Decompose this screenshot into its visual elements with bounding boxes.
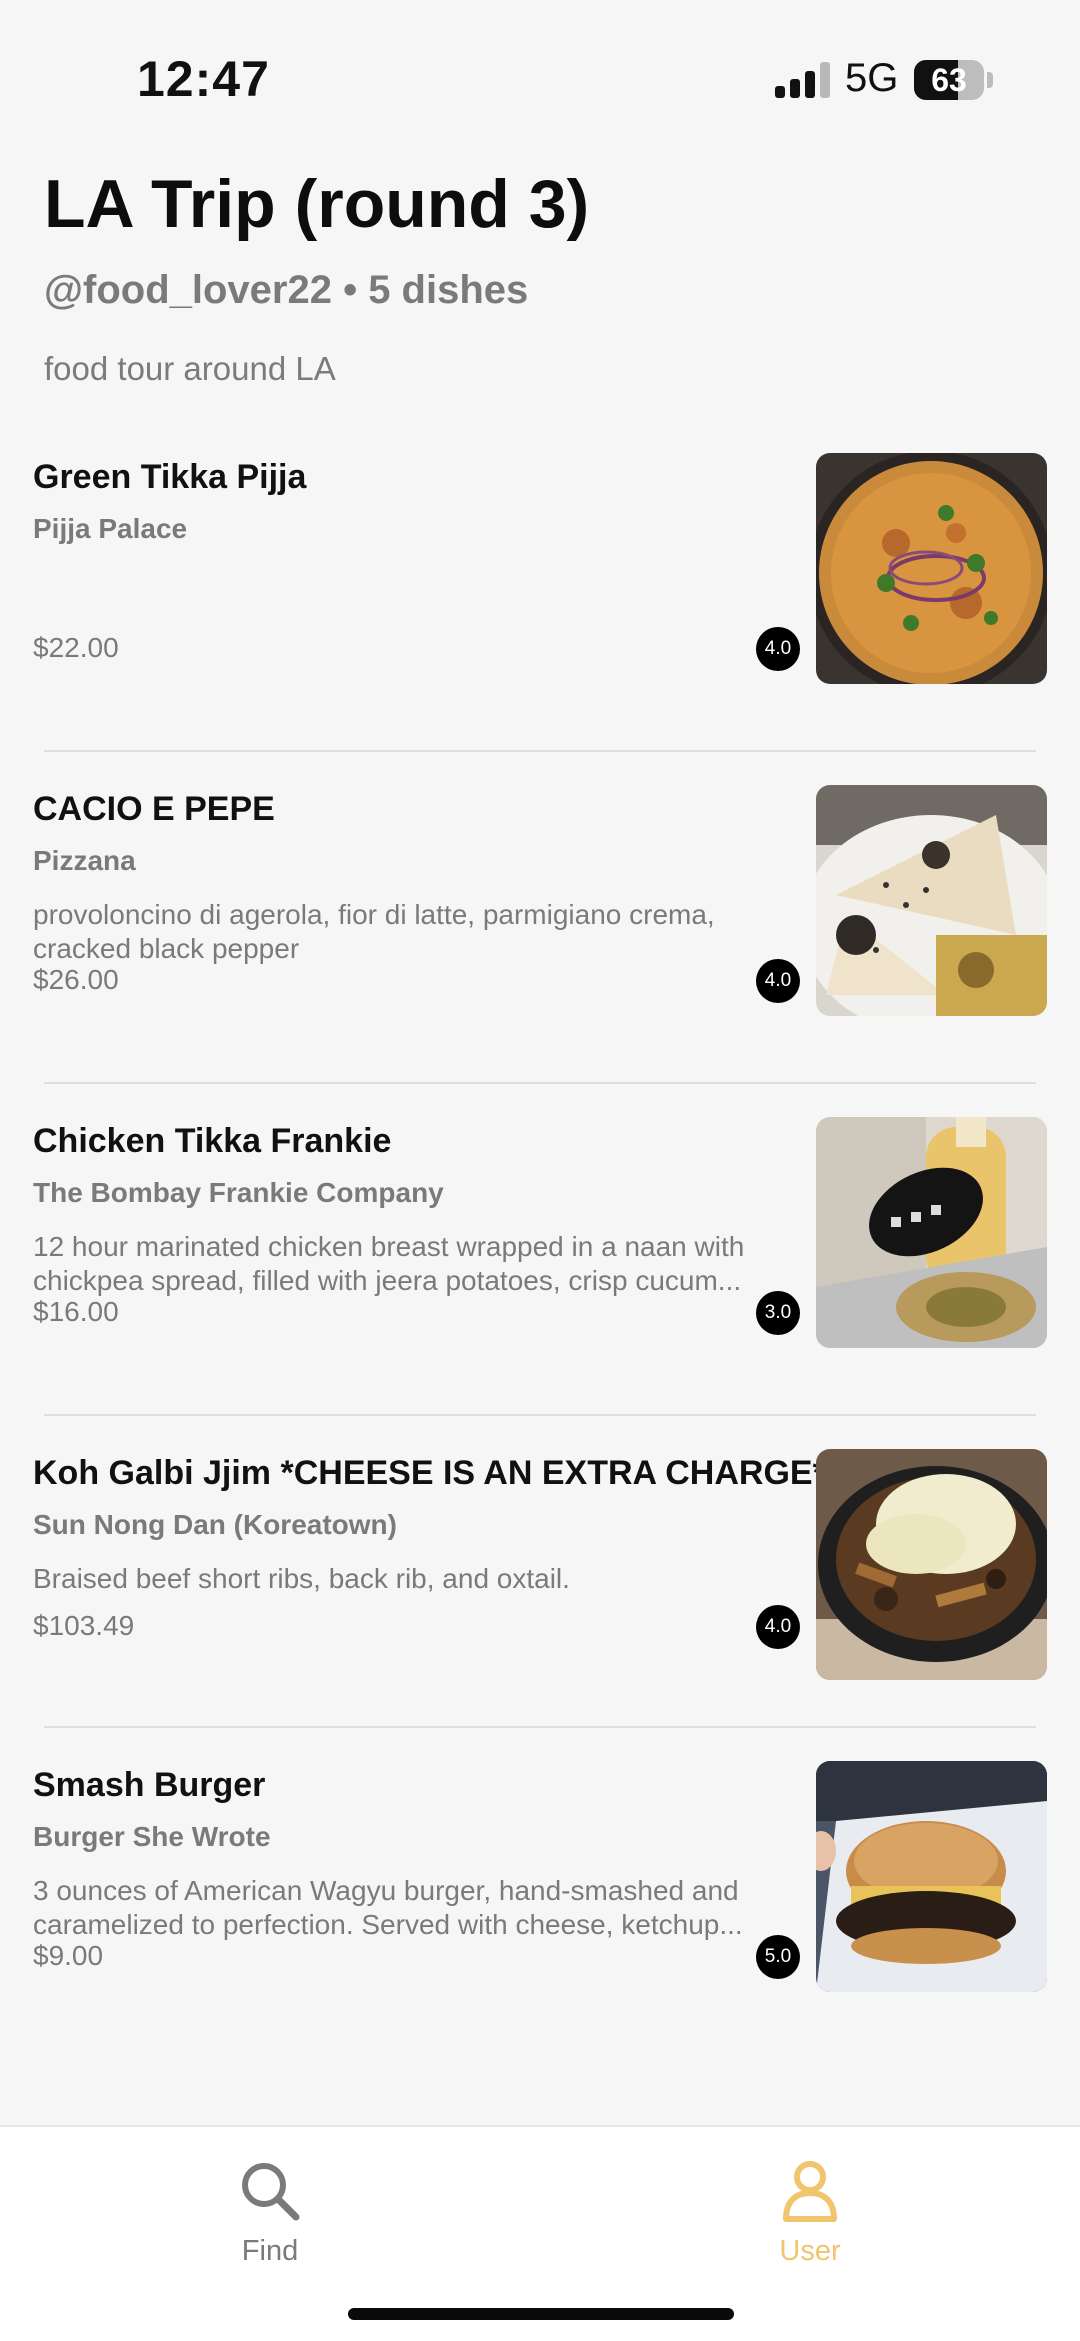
page-title: LA Trip (round 3) — [44, 166, 590, 242]
playlist-screen: 12:47 5G 63 LA Trip (round 3) @food_love… — [0, 0, 1080, 2341]
rating-badge: 4.0 — [756, 959, 800, 1003]
list-description: food tour around LA — [44, 350, 336, 387]
status-time: 12:47 — [137, 51, 270, 107]
status-bar: 12:47 5G 63 — [0, 0, 1080, 150]
dish-list: Green Tikka Pijja Pijja Palace $22.00 4.… — [0, 450, 1080, 2058]
battery-tip — [987, 72, 993, 88]
dish-price: $26.00 — [33, 964, 119, 995]
cacio-pizza-photo[interactable] — [816, 785, 1047, 1016]
dish-description: 3 ounces of American Wagyu burger, hand-… — [33, 1875, 743, 1940]
signal-icon — [775, 62, 831, 98]
battery-icon: 63 — [914, 60, 984, 100]
tab-find[interactable]: Find — [170, 2147, 370, 2297]
dish-restaurant: Burger She Wrote — [33, 1821, 271, 1852]
user-icon — [783, 2161, 837, 2222]
dish-item[interactable]: Koh Galbi Jjim *CHEESE IS AN EXTRA CHARG… — [0, 1446, 1080, 1746]
dish-description: Braised beef short ribs, back rib, and o… — [33, 1563, 570, 1594]
divider — [44, 750, 1036, 752]
divider — [44, 1414, 1036, 1416]
dish-name: Koh Galbi Jjim *CHEESE IS AN EXTRA CHARG… — [33, 1454, 826, 1492]
dish-price: $103.49 — [33, 1610, 135, 1641]
dish-restaurant: Pizzana — [33, 845, 136, 876]
rating-badge: 4.0 — [756, 1605, 800, 1649]
dish-name: CACIO E PEPE — [33, 790, 275, 828]
tab-user-label: User — [779, 2235, 841, 2267]
dish-description: 12 hour marinated chicken breast wrapped… — [33, 1231, 745, 1296]
dish-name: Green Tikka Pijja — [33, 458, 307, 496]
rating-badge: 3.0 — [756, 1291, 800, 1335]
dish-name: Chicken Tikka Frankie — [33, 1122, 392, 1160]
dish-item[interactable]: CACIO E PEPE Pizzana provoloncino di age… — [0, 782, 1080, 1082]
burger-photo[interactable] — [816, 1761, 1047, 1992]
dish-price: $9.00 — [33, 1940, 104, 1971]
tab-user[interactable]: User — [710, 2147, 910, 2297]
divider — [44, 1082, 1036, 1084]
dish-restaurant: Pijja Palace — [33, 513, 188, 544]
home-indicator[interactable] — [348, 2308, 734, 2320]
battery-level: 63 — [931, 62, 967, 98]
galbi-jjim-photo[interactable] — [816, 1449, 1047, 1680]
tab-find-label: Find — [241, 2235, 299, 2267]
dish-item[interactable]: Green Tikka Pijja Pijja Palace $22.00 4.… — [0, 450, 1080, 750]
dish-restaurant: The Bombay Frankie Company — [33, 1177, 444, 1208]
network-type: 5G — [845, 56, 899, 100]
dish-name: Smash Burger — [33, 1766, 266, 1804]
dish-description: provoloncino di agerola, fior di latte, … — [33, 899, 715, 964]
rating-badge: 5.0 — [756, 1935, 800, 1979]
dish-item[interactable]: Smash Burger Burger She Wrote 3 ounces o… — [0, 1758, 1080, 2058]
pizza-photo[interactable] — [816, 453, 1047, 684]
frankie-photo[interactable] — [816, 1117, 1047, 1348]
dish-price: $22.00 — [33, 632, 119, 663]
dish-restaurant: Sun Nong Dan (Koreatown) — [33, 1509, 397, 1540]
rating-badge: 4.0 — [756, 627, 800, 671]
search-icon — [242, 2163, 300, 2221]
dish-price: $16.00 — [33, 1296, 119, 1327]
list-subtitle[interactable]: @food_lover22 • 5 dishes — [44, 268, 528, 313]
dish-item[interactable]: Chicken Tikka Frankie The Bombay Frankie… — [0, 1114, 1080, 1414]
